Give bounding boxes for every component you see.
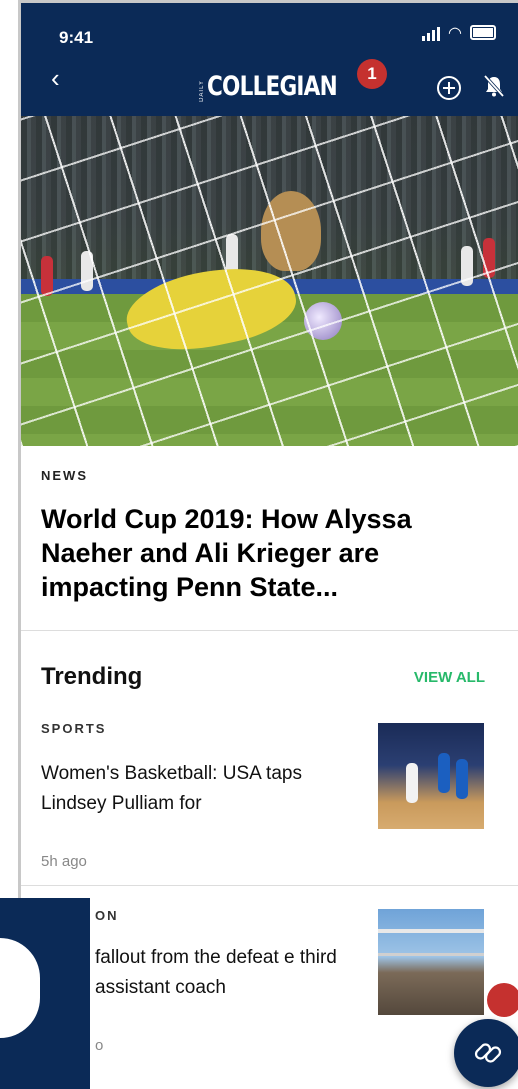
link-fab-button[interactable] [454, 1019, 518, 1087]
trending-item-time: o [95, 1037, 104, 1054]
trending-item-thumbnail[interactable] [378, 723, 484, 829]
bell-off-icon[interactable] [481, 73, 507, 99]
logo-text: COLLEGIAN [207, 71, 338, 102]
add-circle-icon[interactable] [437, 76, 461, 100]
battery-icon [470, 25, 496, 40]
back-icon[interactable]: ‹ [51, 65, 60, 91]
status-bar: 9:41 ◠ [21, 3, 518, 51]
trending-item-title[interactable]: Women's Basketball: USA taps Lindsey Pul… [41, 759, 361, 819]
trending-item-time: 5h ago [41, 853, 87, 870]
view-all-link[interactable]: VIEW ALL [414, 669, 485, 686]
trending-item-category: ON [95, 908, 119, 923]
app-header: 9:41 ◠ ‹ DAILY COLLEGIAN 1 [21, 3, 518, 116]
link-icon [474, 1043, 502, 1063]
trending-item-title[interactable]: fallout from the defeat e third assistan… [95, 943, 365, 1003]
trending-item-category: SPORTS [41, 721, 107, 736]
wifi-icon: ◠ [448, 25, 462, 42]
divider [21, 885, 518, 886]
featured-category: NEWS [41, 468, 88, 483]
status-time: 9:41 [59, 28, 94, 47]
status-icons: ◠ [422, 25, 496, 42]
hero-image[interactable] [21, 116, 518, 446]
trending-title: Trending [41, 663, 143, 690]
annotation-badge-secondary [487, 983, 518, 1017]
collegian-logo: DAILY COLLEGIAN [199, 71, 369, 102]
logo-small-text: DAILY [199, 80, 205, 102]
overlay-shape [0, 898, 90, 1089]
hero-net [21, 116, 518, 446]
featured-headline[interactable]: World Cup 2019: How Alyssa Naeher and Al… [41, 502, 501, 604]
trending-item-thumbnail[interactable] [378, 909, 484, 1015]
annotation-badge: 1 [357, 59, 387, 89]
signal-icon [422, 27, 441, 41]
app-screen: 9:41 ◠ ‹ DAILY COLLEGIAN 1 NEWS World Cu… [18, 0, 518, 1089]
divider [21, 630, 518, 631]
